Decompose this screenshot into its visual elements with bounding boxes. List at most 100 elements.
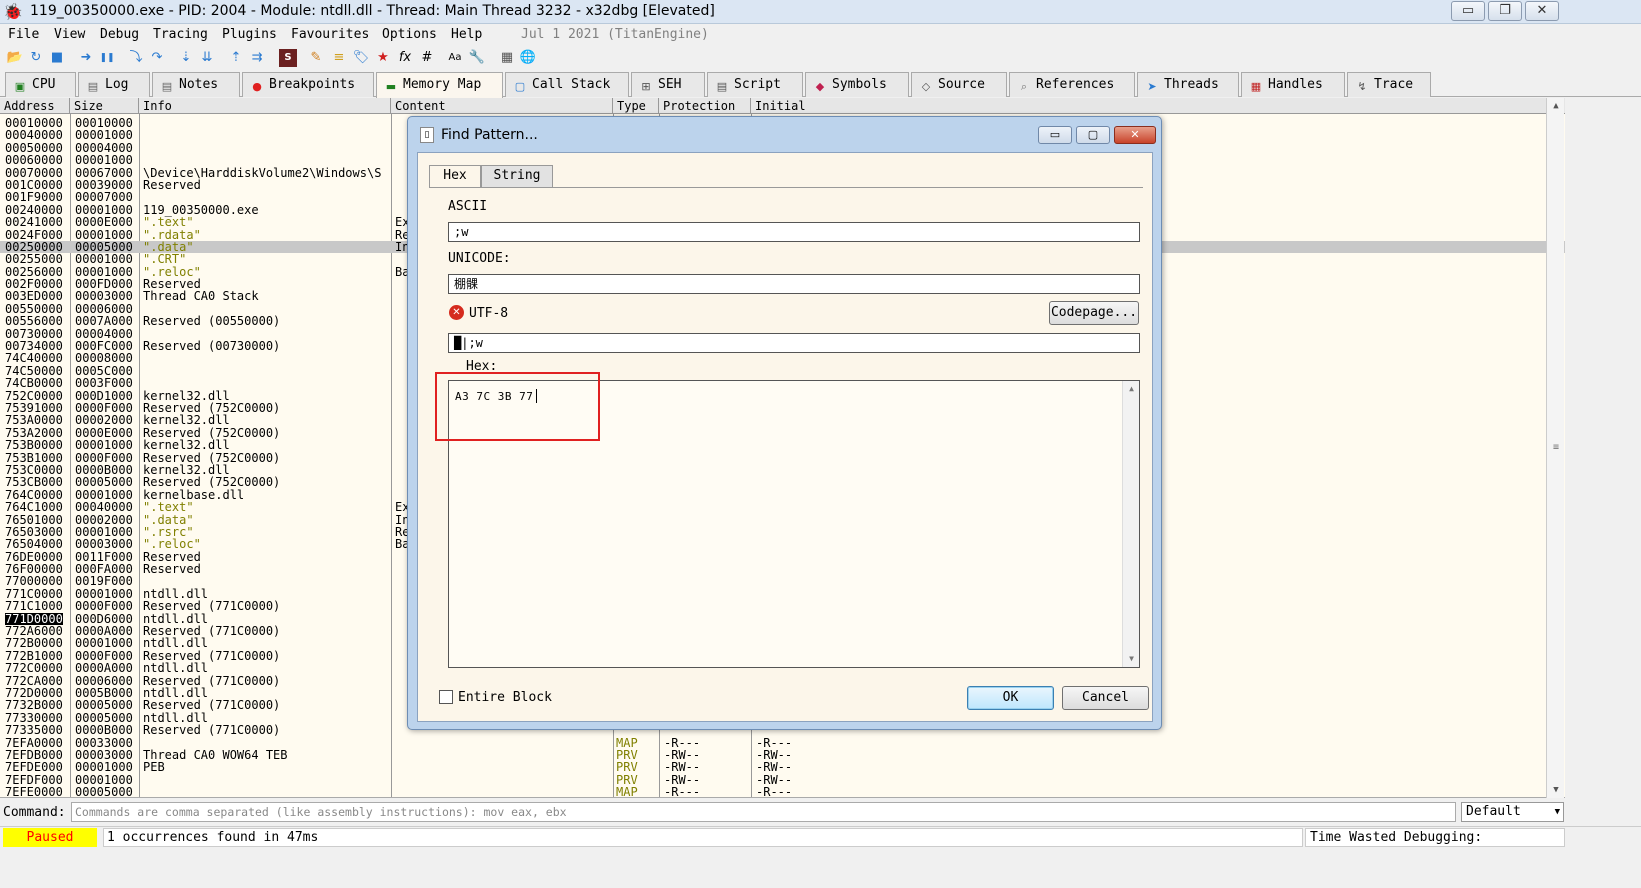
tab-string[interactable]: String <box>481 165 553 187</box>
right-margin <box>1565 98 1641 798</box>
table-row[interactable]: 7EFDE000 00001000 PEB PRV -RW-- -RW-- <box>0 760 1620 775</box>
codepage-button[interactable]: Codepage... <box>1049 301 1139 325</box>
pause-icon[interactable]: ❚❚ <box>98 49 116 67</box>
column-header-type[interactable]: Type <box>613 98 659 114</box>
comments-icon[interactable]: ≡ <box>330 49 348 67</box>
tab-cpu[interactable]: ▣ CPU <box>5 72 76 97</box>
dialog-title: Find Pattern... <box>441 127 538 143</box>
utf8-field[interactable]: █|;w <box>448 333 1140 353</box>
status-message: 1 occurrences found in 47ms <box>103 828 1303 847</box>
strings-icon[interactable]: Aa <box>446 49 464 67</box>
restart-icon[interactable]: ↻ <box>27 49 45 67</box>
tab-memory-map[interactable]: ▬ Memory Map <box>376 72 503 98</box>
ascii-field[interactable]: ;w <box>448 222 1140 242</box>
column-header-protection[interactable]: Protection <box>659 98 751 114</box>
tab-bar: ▣ CPU ▤ Log ▤ Notes ● Breakpoints ▬ Memory Ma… <box>0 72 1641 98</box>
menu-debug[interactable]: Debug <box>100 27 139 42</box>
trace-icon: ↯ <box>1357 80 1367 93</box>
table-row[interactable]: 7EFE0000 00005000 MAP -R--- -R--- <box>0 786 1620 797</box>
step-over-icon[interactable]: ↷ <box>148 49 166 67</box>
close-button[interactable]: ✕ <box>1525 1 1559 21</box>
variables-icon[interactable]: # <box>418 49 436 67</box>
hex-scrollbar[interactable]: ▲ ▼ <box>1122 381 1139 667</box>
menu-file[interactable]: File <box>8 27 39 42</box>
bookmarks-icon[interactable]: ★ <box>374 49 392 67</box>
tab-breakpoints[interactable]: ● Breakpoints <box>242 72 374 97</box>
tab-threads[interactable]: ➤ Threads <box>1137 72 1239 97</box>
cell-address: 7EFDE000 <box>5 760 63 775</box>
cell-address: 00556000 <box>5 314 63 329</box>
execute-till-return-icon[interactable]: ⇡ <box>227 49 245 67</box>
column-header-address[interactable]: Address <box>0 98 70 114</box>
column-header-initial[interactable]: Initial <box>751 98 841 114</box>
trace-into-icon[interactable]: ⇣ <box>177 49 195 67</box>
tab-notes[interactable]: ▤ Notes <box>152 72 240 97</box>
dialog-close-button[interactable]: ✕ <box>1114 126 1156 144</box>
restore-button[interactable]: ❐ <box>1488 1 1522 21</box>
menu-favourites[interactable]: Favourites <box>291 27 369 42</box>
cell-size: 00001000 <box>75 128 133 143</box>
tab-seh[interactable]: ⊞ SEH <box>631 72 705 97</box>
menu-view[interactable]: View <box>54 27 85 42</box>
tab-label: Notes <box>179 77 219 92</box>
column-header-content[interactable]: Content <box>391 98 613 114</box>
entire-block-checkbox[interactable] <box>439 690 453 704</box>
cancel-button[interactable]: Cancel <box>1062 686 1149 710</box>
scroll-grip-icon[interactable]: ≡ <box>1551 443 1561 453</box>
cell-address: 00060000 <box>5 153 63 168</box>
column-header-info[interactable]: Info <box>139 98 391 114</box>
tab-symbols[interactable]: ◆ Symbols <box>805 72 909 97</box>
scroll-up-icon[interactable]: ▲ <box>1547 98 1565 114</box>
title-bar: 🐞 119_00350000.exe - PID: 2004 - Module:… <box>0 0 1641 24</box>
cell-size: 0019F000 <box>75 574 133 589</box>
column-header-size[interactable]: Size <box>70 98 139 114</box>
menu-options[interactable]: Options <box>382 27 437 42</box>
open-icon[interactable]: 📂 <box>6 49 24 67</box>
cell-size: 00001000 <box>75 760 133 775</box>
tab-label: Script <box>734 77 781 92</box>
tab-references[interactable]: ⌕ References <box>1009 72 1135 97</box>
tab-call-stack[interactable]: ▢ Call Stack <box>505 72 629 97</box>
step-into-icon[interactable]: ⤵ <box>127 49 145 67</box>
tab-label: Call Stack <box>532 77 611 92</box>
scylla-icon[interactable]: S <box>279 49 297 67</box>
dialog-maximize-button[interactable]: ▢ <box>1076 126 1110 144</box>
menu-plugins[interactable]: Plugins <box>222 27 277 42</box>
functions-icon[interactable]: fx <box>396 49 414 67</box>
table-row[interactable]: 7EFDB000 00003000 Thread CA0 WOW64 TEB PRV -… <box>0 749 1620 762</box>
command-input[interactable]: Commands are comma separated (like assem… <box>71 802 1456 822</box>
error-icon: ✕ <box>449 305 464 320</box>
scroll-up-icon[interactable]: ▲ <box>1123 381 1140 397</box>
cell-info: Thread CA0 Stack <box>143 289 259 304</box>
table-row[interactable]: 7EFDF000 00001000 PRV -RW-- -RW-- <box>0 773 1620 786</box>
menu-help[interactable]: Help <box>451 27 482 42</box>
patch-icon[interactable]: ✎ <box>307 49 325 67</box>
labels-icon[interactable]: 🏷 <box>352 49 370 67</box>
memory-map-scrollbar[interactable]: ▲ ≡ ▼ <box>1546 98 1564 798</box>
help-icon[interactable]: 🌐 <box>519 49 537 67</box>
tab-script[interactable]: ▤ Script <box>707 72 803 97</box>
run-to-user-code-icon[interactable]: ⇉ <box>248 49 266 67</box>
cell-address: 753CB000 <box>5 475 63 490</box>
cell-address: 764C1000 <box>5 500 63 515</box>
tab-source[interactable]: ◇ Source <box>911 72 1007 97</box>
cell-size: 00003000 <box>75 289 133 304</box>
trace-over-icon[interactable]: ⇊ <box>198 49 216 67</box>
run-icon[interactable]: ➜ <box>77 49 95 67</box>
ok-button[interactable]: OK <box>967 686 1054 710</box>
tab-handles[interactable]: ▦ Handles <box>1241 72 1345 97</box>
tab-log[interactable]: ▤ Log <box>78 72 150 97</box>
scroll-down-icon[interactable]: ▼ <box>1547 782 1565 798</box>
minimize-button[interactable]: ▭ <box>1451 1 1485 21</box>
dialog-minimize-button[interactable]: ▭ <box>1038 126 1072 144</box>
stop-icon[interactable]: ■ <box>48 49 66 67</box>
memory-icon[interactable]: ▦ <box>498 49 516 67</box>
command-mode-select[interactable]: Default ▼ <box>1461 802 1564 822</box>
tab-trace[interactable]: ↯ Trace <box>1347 72 1431 97</box>
scroll-down-icon[interactable]: ▼ <box>1123 651 1140 667</box>
calculator-icon[interactable]: 🔧 <box>468 49 486 67</box>
unicode-field[interactable]: 棚髁 <box>448 274 1140 294</box>
tab-hex[interactable]: Hex <box>429 165 481 188</box>
menu-tracing[interactable]: Tracing <box>153 27 208 42</box>
cell-info: ".text" <box>143 215 194 230</box>
